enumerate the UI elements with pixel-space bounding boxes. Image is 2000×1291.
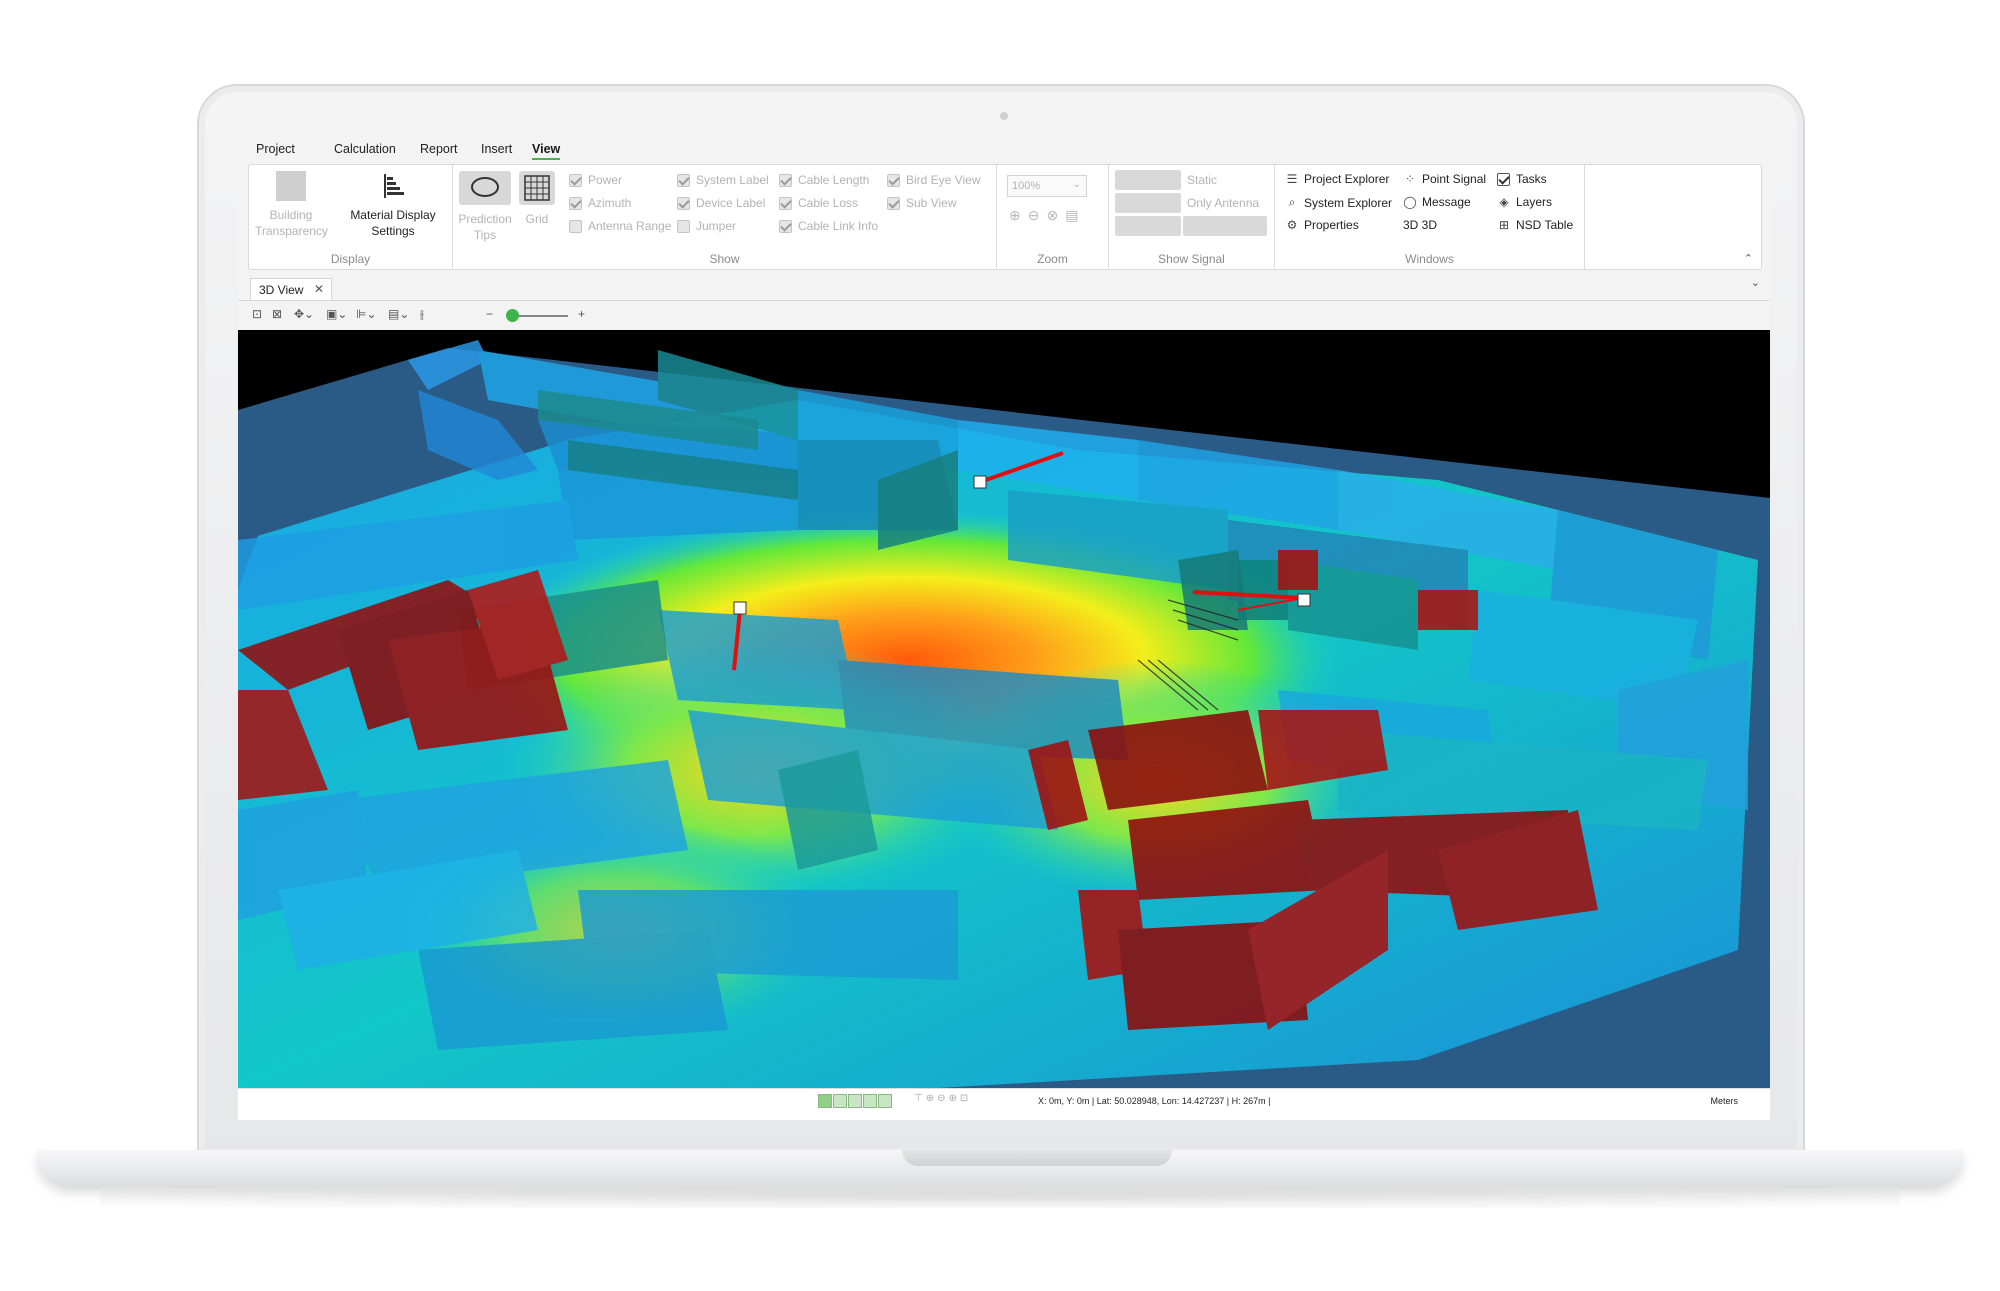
signal-button-4[interactable] xyxy=(1183,216,1267,236)
nsd-table-button[interactable]: ⊞ NSD Table xyxy=(1497,218,1573,232)
laptop-shadow xyxy=(100,1188,1900,1208)
select-icon[interactable]: ⊠ xyxy=(272,307,282,321)
zoom-select[interactable]: 100% ⌄ xyxy=(1007,175,1087,197)
point-signal-icon: ⁘ xyxy=(1404,172,1416,186)
checkbox-sub-view[interactable]: Sub View xyxy=(887,196,956,210)
menu-insert[interactable]: Insert xyxy=(481,142,512,156)
fit-view-icon[interactable]: ⊡ xyxy=(252,307,262,321)
zoom-slider-knob[interactable] xyxy=(506,309,519,322)
view-toolbar: ⊡ ⊠ ✥⌄ ▣⌄ ⊫⌄ ▤⌄ ⫲ − + xyxy=(238,300,1770,328)
checkbox-cable-length[interactable]: Cable Length xyxy=(779,173,869,187)
static-label[interactable]: Static xyxy=(1187,173,1217,187)
signal-button-2[interactable] xyxy=(1115,193,1181,213)
zoom-tool-icons[interactable]: ⊕⊖⊗▤ xyxy=(1009,207,1085,224)
checkbox-bird-eye-view[interactable]: Bird Eye View xyxy=(887,173,980,187)
layers-icon: ◈ xyxy=(1499,195,1509,209)
system-explorer-button[interactable]: ⌕ System Explorer xyxy=(1285,195,1392,210)
app-window: Project Calculation Report Insert View B… xyxy=(238,130,1770,1120)
only-antenna-label[interactable]: Only Antenna xyxy=(1187,196,1259,210)
collapse-ribbon-icon[interactable]: ⌃ xyxy=(1744,252,1753,265)
properties-button[interactable]: ⚙ Properties xyxy=(1285,218,1359,232)
prediction-tips-button[interactable]: Prediction Tips xyxy=(457,171,513,243)
checkbox-antenna-range[interactable]: Antenna Range xyxy=(569,219,671,233)
speech-bubble-icon xyxy=(459,171,511,205)
gear-icon: ⚙ xyxy=(1286,218,1298,232)
grid-button[interactable]: Grid xyxy=(519,171,555,227)
status-bar: ⊤⊕⊖⊕⊡ X: 0m, Y: 0m | Lat: 50.028948, Lon… xyxy=(238,1088,1770,1120)
checkbox-azimuth[interactable]: Azimuth xyxy=(569,196,631,210)
checkbox-cable-loss[interactable]: Cable Loss xyxy=(779,196,858,210)
zoom-group-label: Zoom xyxy=(1037,252,1068,266)
antenna-icon xyxy=(973,475,987,489)
search-icon: ⌕ xyxy=(1288,195,1296,209)
layers-button[interactable]: ◈ Layers xyxy=(1497,195,1552,209)
ribbon: Building Transparency Material Display S… xyxy=(248,164,1762,270)
menu-calculation[interactable]: Calculation xyxy=(334,142,396,156)
display-group: Building Transparency Material Display S… xyxy=(249,165,453,269)
windows-group: ☰ Project Explorer ⌕ System Explorer ⚙ Prop… xyxy=(1275,165,1585,269)
antenna-icon xyxy=(733,601,747,615)
zoom-group: 100% ⌄ ⊕⊖⊗▤ Zoom xyxy=(997,165,1109,269)
checkbox-device-label[interactable]: Device Label xyxy=(677,196,765,210)
frame-icon[interactable]: ▣⌄ xyxy=(326,307,347,321)
display-group-label: Display xyxy=(330,252,371,266)
checkbox-power[interactable]: Power xyxy=(569,173,622,187)
zoom-in-icon[interactable]: + xyxy=(578,307,585,321)
laptop-notch xyxy=(902,1150,1172,1166)
show-signal-group-label: Show Signal xyxy=(1158,252,1225,266)
split-icon[interactable]: ⫲ xyxy=(420,307,424,322)
table-icon: ⊞ xyxy=(1498,218,1510,232)
message-icon: ◯ xyxy=(1403,195,1417,209)
checkbox-system-label[interactable]: System Label xyxy=(677,173,769,187)
point-signal-button[interactable]: ⁘ Point Signal xyxy=(1403,172,1486,186)
tasks-button[interactable]: Tasks xyxy=(1497,172,1547,186)
laptop-base xyxy=(36,1150,1964,1188)
message-button[interactable]: ◯ Message xyxy=(1403,195,1470,209)
status-zoom-icons[interactable]: ⊤⊕⊖⊕⊡ xyxy=(914,1093,971,1104)
pan-icon[interactable]: ✥⌄ xyxy=(294,307,314,321)
transparency-icon xyxy=(276,171,306,201)
coordinates-readout: X: 0m, Y: 0m | Lat: 50.028948, Lon: 14.4… xyxy=(1038,1096,1271,1106)
menu-view[interactable]: View xyxy=(532,142,561,160)
checkbox-jumper[interactable]: Jumper xyxy=(677,219,736,233)
grid-icon xyxy=(519,171,555,205)
chevron-down-icon[interactable]: ⌄ xyxy=(1751,276,1760,289)
bar-chart-icon xyxy=(378,171,408,201)
units-readout: Meters xyxy=(1710,1096,1738,1106)
show-signal-group: Static Only Antenna Show Signal xyxy=(1109,165,1275,269)
building-transparency-button[interactable]: Building Transparency xyxy=(255,171,328,239)
view-mode-buttons[interactable] xyxy=(818,1094,892,1108)
layout-icon[interactable]: ▤⌄ xyxy=(388,307,409,321)
show-group: Prediction Tips Grid Power Azimuth Anten… xyxy=(453,165,997,269)
signal-button-1[interactable] xyxy=(1115,170,1181,190)
3d-view-canvas[interactable] xyxy=(238,330,1770,1088)
menu-bar: Project Calculation Report Insert View xyxy=(238,130,1770,164)
close-icon[interactable]: ✕ xyxy=(314,282,324,296)
signal-button-3[interactable] xyxy=(1115,216,1181,236)
menu-project[interactable]: Project xyxy=(256,142,295,156)
material-display-settings-button[interactable]: Material Display Settings xyxy=(345,171,441,239)
zoom-out-icon[interactable]: − xyxy=(486,307,493,321)
menu-report[interactable]: Report xyxy=(420,142,458,156)
tab-3d-view[interactable]: 3D View ✕ xyxy=(250,278,332,300)
show-group-label: Show xyxy=(709,252,740,266)
antenna-icon xyxy=(1297,593,1311,607)
list-icon: ☰ xyxy=(1286,172,1298,186)
align-icon[interactable]: ⊫⌄ xyxy=(356,307,377,321)
three-d-button[interactable]: 3D 3D xyxy=(1403,218,1437,232)
checkbox-cable-link-info[interactable]: Cable Link Info xyxy=(779,219,878,233)
project-explorer-button[interactable]: ☰ Project Explorer xyxy=(1285,172,1390,186)
chevron-down-icon: ⌄ xyxy=(1072,179,1081,190)
windows-group-label: Windows xyxy=(1405,252,1454,266)
camera-icon xyxy=(1000,112,1008,120)
